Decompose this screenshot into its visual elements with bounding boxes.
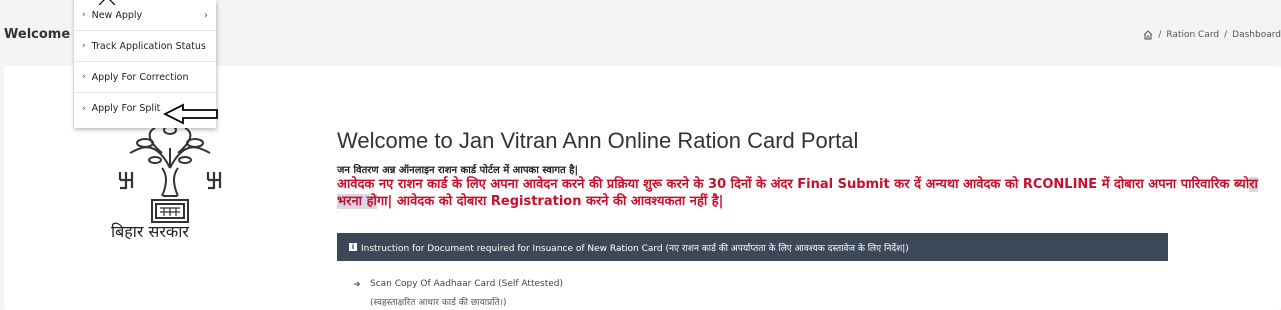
- cursor-icon: [98, 0, 116, 5]
- menu-item-label: Apply For Correction: [91, 71, 189, 83]
- instructions-bar-text: Instruction for Document required for In…: [361, 243, 909, 254]
- page-subtitle: जन वितरण अन्न ऑनलाइन राशन कार्ड पोर्टल म…: [337, 165, 579, 176]
- page-title: Welcome to Jan Vitran Ann Online Ration …: [337, 128, 859, 153]
- menu-item-label: New Apply: [91, 9, 143, 21]
- breadcrumb-ration-card[interactable]: Ration Card: [1166, 30, 1219, 40]
- chevron-right-icon: ›: [82, 10, 86, 20]
- chevron-right-icon: ›: [82, 72, 86, 82]
- menu-item-new-apply[interactable]: › New Apply ›: [74, 0, 216, 31]
- menu-item-label: Apply For Split: [91, 103, 161, 114]
- submission-warning: आवेदक नए राशन कार्ड के लिए अपना आवेदन कर…: [337, 176, 1277, 210]
- document-subtitle: (स्वहस्ताक्षरित आधार कार्ड की छायाप्रति।…: [370, 298, 507, 308]
- home-icon[interactable]: [1143, 30, 1153, 40]
- breadcrumb-separator: /: [1224, 30, 1228, 40]
- breadcrumb-separator: /: [1158, 30, 1162, 40]
- warning-text-part2: गा| आवेदक को दोबारा Registration करने की…: [376, 194, 724, 209]
- breadcrumb: / Ration Card / Dashboard: [1143, 30, 1281, 40]
- arrow-right-icon: ➜: [353, 280, 361, 290]
- menu-item-label: Track Application Status: [91, 40, 206, 52]
- instructions-bar[interactable]: i Instruction for Document required for …: [337, 233, 1168, 261]
- breadcrumb-dashboard: Dashboard: [1232, 30, 1281, 40]
- submenu-chevron-icon: ›: [204, 9, 208, 21]
- document-title: Scan Copy Of Aadhaar Card (Self Attested…: [370, 279, 564, 289]
- welcome-heading: Welcome T: [4, 27, 84, 42]
- chevron-right-icon: ›: [82, 103, 86, 114]
- annotation-arrow-icon: [163, 103, 218, 125]
- chevron-right-icon: ›: [82, 41, 86, 51]
- warning-text-part1: आवेदक नए राशन कार्ड के लिए अपना आवेदन कर…: [337, 177, 1250, 192]
- info-icon: i: [349, 243, 357, 251]
- menu-item-track-application[interactable]: › Track Application Status: [74, 31, 216, 62]
- menu-item-apply-correction[interactable]: › Apply For Correction: [74, 62, 216, 93]
- emblem-caption: बिहार सरकार: [111, 222, 189, 241]
